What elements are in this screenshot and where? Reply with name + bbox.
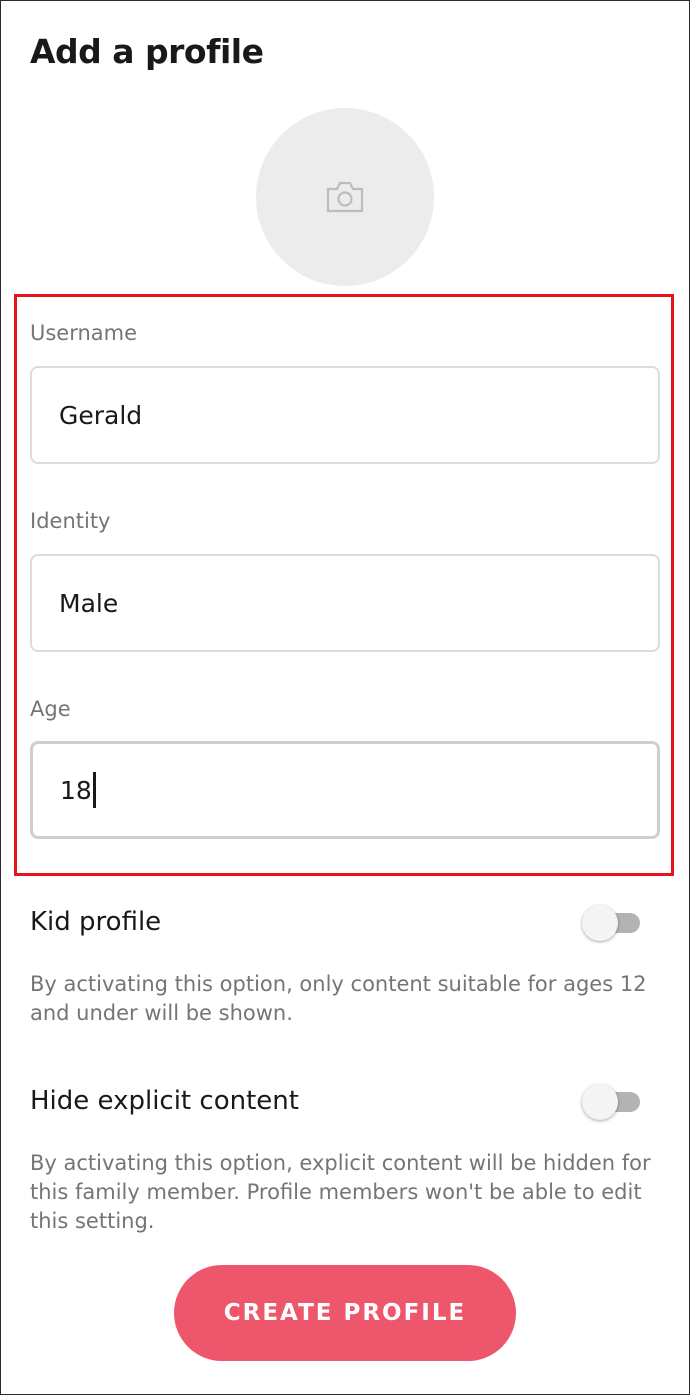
kid-profile-description: By activating this option, only content … [30, 972, 647, 1025]
username-field[interactable]: Gerald [30, 366, 660, 464]
create-profile-button[interactable]: CREATE PROFILE [174, 1265, 516, 1361]
camera-icon [326, 180, 364, 214]
toggle-knob [582, 905, 618, 941]
page-title: Add a profile [30, 32, 264, 71]
hide-explicit-label: Hide explicit content [30, 1086, 299, 1116]
age-value: 18 [60, 775, 92, 805]
username-value: Gerald [59, 400, 143, 430]
age-field[interactable]: 18 [30, 741, 660, 839]
avatar-upload[interactable] [256, 108, 434, 286]
identity-field[interactable]: Male [30, 554, 660, 652]
hide-explicit-description: By activating this option, explicit cont… [30, 1151, 651, 1233]
toggle-knob [582, 1084, 618, 1120]
hide-explicit-toggle[interactable] [582, 1082, 642, 1122]
username-label: Username [30, 321, 138, 345]
identity-value: Male [59, 588, 119, 618]
kid-profile-toggle[interactable] [582, 903, 642, 943]
text-caret [92, 772, 96, 808]
identity-label: Identity [30, 509, 111, 533]
kid-profile-label: Kid profile [30, 907, 162, 937]
age-label: Age [30, 697, 71, 721]
